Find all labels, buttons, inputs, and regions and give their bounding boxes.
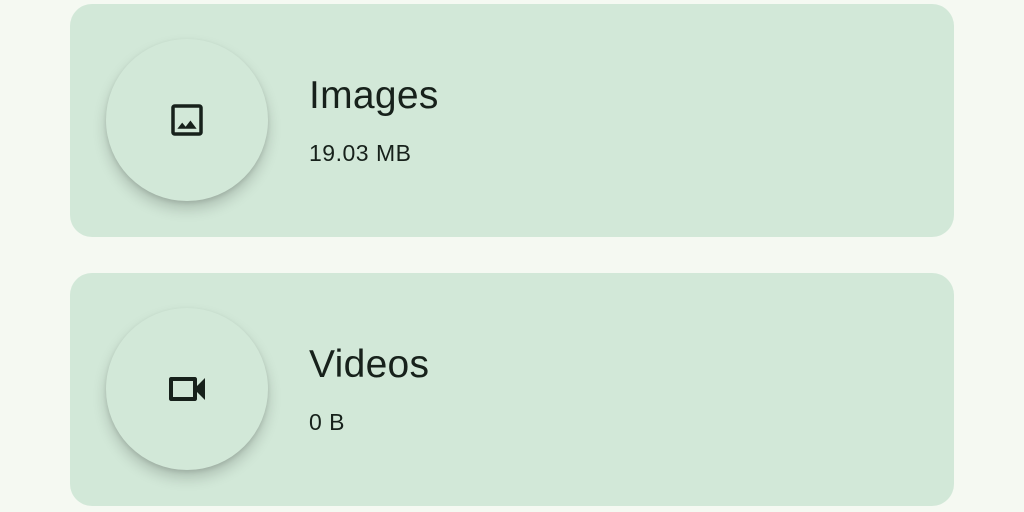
videocam-icon xyxy=(163,365,211,413)
category-title: Images xyxy=(309,74,439,117)
images-category-card[interactable]: Images 19.03 MB xyxy=(70,4,954,237)
category-size: 0 B xyxy=(309,409,346,435)
category-title: Videos xyxy=(309,343,430,386)
image-icon xyxy=(166,99,208,141)
videos-category-card[interactable]: Videos 0 B xyxy=(70,273,954,506)
category-size: 19.03 MB xyxy=(309,140,412,166)
videos-icon-container xyxy=(106,308,268,470)
images-icon-container xyxy=(106,39,268,201)
